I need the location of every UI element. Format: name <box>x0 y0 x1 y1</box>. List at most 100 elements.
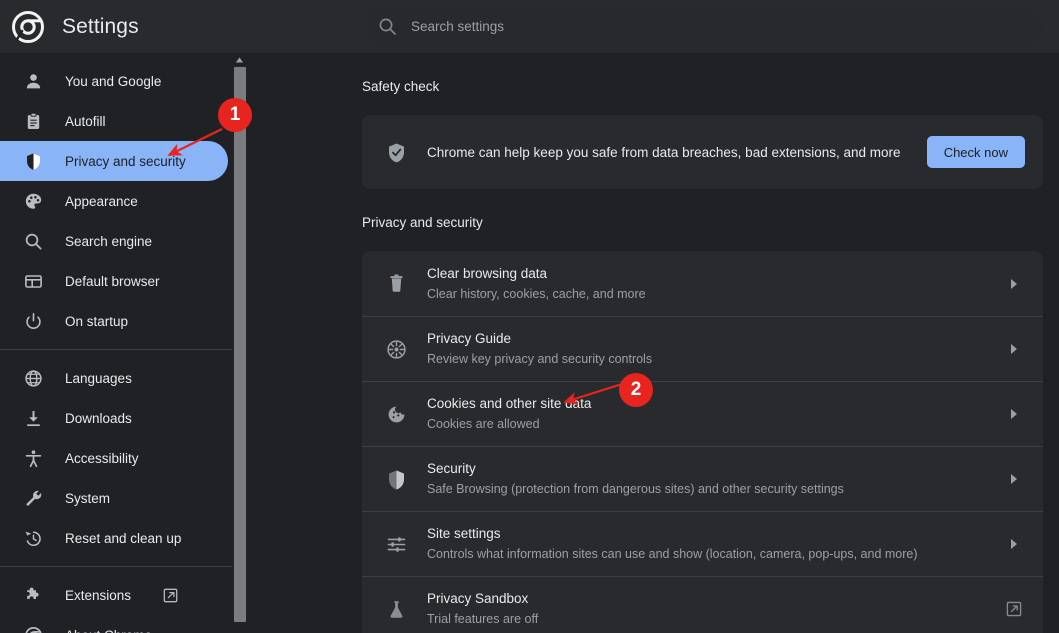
sidebar: You and Google Autofill Privacy and secu… <box>0 53 232 633</box>
row-subtitle: Trial features are off <box>427 612 539 626</box>
wrench-icon <box>24 489 43 508</box>
sidebar-item-label: Languages <box>65 370 132 386</box>
chevron-right-icon <box>1003 344 1025 354</box>
chrome-outline-icon <box>24 626 43 633</box>
magnifier-icon <box>24 232 43 251</box>
safety-check-row: Chrome can help keep you safe from data … <box>362 115 1043 189</box>
safety-check-card: Chrome can help keep you safe from data … <box>362 115 1043 189</box>
annotation-marker-1: 1 <box>218 98 252 132</box>
shield-icon <box>24 152 43 171</box>
annotation-marker-2: 2 <box>619 373 653 407</box>
row-body: Privacy Guide Review key privacy and sec… <box>427 329 983 369</box>
safety-check-heading: Safety check <box>362 79 440 94</box>
sidebar-item-label: Privacy and security <box>65 153 186 169</box>
sidebar-item-label: Default browser <box>65 273 160 289</box>
sidebar-divider-2 <box>0 566 232 567</box>
sidebar-item-privacy-and-security[interactable]: Privacy and security <box>0 141 228 181</box>
scroll-up-arrow-icon[interactable] <box>232 53 247 67</box>
external-link-glyph <box>1006 601 1022 617</box>
sidebar-divider-1 <box>0 349 232 350</box>
privacy-and-security-heading: Privacy and security <box>362 215 483 230</box>
sidebar-item-label: Accessibility <box>65 450 139 466</box>
sidebar-item-label: System <box>65 490 111 506</box>
sliders-icon <box>386 534 407 555</box>
row-title: Privacy Sandbox <box>427 591 529 606</box>
sidebar-item-downloads[interactable]: Downloads <box>0 398 228 438</box>
sidebar-item-system[interactable]: System <box>0 478 228 518</box>
row-privacy-sandbox[interactable]: Privacy Sandbox Trial features are off <box>362 576 1043 633</box>
sidebar-item-label: Search engine <box>65 233 153 249</box>
shield-check-icon <box>386 142 407 163</box>
privacy-and-security-card: Clear browsing data Clear history, cooki… <box>362 251 1043 633</box>
sidebar-group-tertiary: Extensions About Chrome <box>0 575 232 633</box>
shield-icon <box>386 469 407 490</box>
chrome-logo <box>12 10 44 43</box>
sidebar-item-reset-and-clean-up[interactable]: Reset and clean up <box>0 518 228 558</box>
sidebar-item-label: On startup <box>65 313 129 329</box>
settings-page: Settings You and Google <box>0 0 1059 633</box>
sidebar-item-extensions[interactable]: Extensions <box>0 575 228 615</box>
page-title: Settings <box>62 14 139 38</box>
browser-window-icon <box>24 272 43 291</box>
row-subtitle: Cookies are allowed <box>427 417 540 431</box>
top-bar: Settings <box>0 0 1059 53</box>
row-privacy-guide[interactable]: Privacy Guide Review key privacy and sec… <box>362 316 1043 381</box>
external-link-icon <box>163 588 178 603</box>
sidebar-item-languages[interactable]: Languages <box>0 358 228 398</box>
clipboard-icon <box>24 112 43 131</box>
sidebar-item-label: Reset and clean up <box>65 530 182 546</box>
sidebar-item-label: Extensions <box>65 587 132 603</box>
sidebar-scrollbar[interactable] <box>232 53 247 633</box>
row-site-settings[interactable]: Site settings Controls what information … <box>362 511 1043 576</box>
sidebar-item-appearance[interactable]: Appearance <box>0 181 228 221</box>
flask-icon <box>386 599 407 620</box>
sidebar-item-default-browser[interactable]: Default browser <box>0 261 228 301</box>
check-now-button[interactable]: Check now <box>926 136 1025 168</box>
row-subtitle: Controls what information sites can use … <box>427 547 918 561</box>
accessibility-icon <box>24 449 43 468</box>
row-cookies-and-other-site-data[interactable]: Cookies and other site data Cookies are … <box>362 381 1043 446</box>
search-input[interactable] <box>411 19 1028 34</box>
row-title: Security <box>427 461 476 476</box>
trash-icon <box>386 273 407 294</box>
sidebar-group-primary: You and Google Autofill Privacy and secu… <box>0 53 232 341</box>
sidebar-item-label: You and Google <box>65 73 162 89</box>
sidebar-item-you-and-google[interactable]: You and Google <box>0 61 228 101</box>
row-body: Security Safe Browsing (protection from … <box>427 459 983 499</box>
sidebar-item-label: Downloads <box>65 410 132 426</box>
history-restore-icon <box>24 529 43 548</box>
row-security[interactable]: Security Safe Browsing (protection from … <box>362 446 1043 511</box>
globe-icon <box>24 369 43 388</box>
row-title: Privacy Guide <box>427 331 512 346</box>
person-icon <box>24 72 43 91</box>
row-clear-browsing-data[interactable]: Clear browsing data Clear history, cooki… <box>362 251 1043 316</box>
scrollbar-thumb[interactable] <box>234 67 246 622</box>
row-body: Clear browsing data Clear history, cooki… <box>427 264 983 304</box>
external-link-icon <box>1003 601 1025 617</box>
brand: Settings <box>0 10 340 43</box>
sidebar-item-label: Autofill <box>65 113 106 129</box>
chevron-right-icon <box>1003 539 1025 549</box>
chevron-right-icon <box>1003 474 1025 484</box>
privacy-guide-icon <box>386 339 407 360</box>
row-body: Cookies and other site data Cookies are … <box>427 394 983 434</box>
row-title: Cookies and other site data <box>427 396 592 411</box>
search-bar[interactable] <box>362 6 1044 47</box>
row-subtitle: Clear history, cookies, cache, and more <box>427 286 646 301</box>
palette-icon <box>24 192 43 211</box>
power-icon <box>24 312 43 331</box>
sidebar-item-about-chrome[interactable]: About Chrome <box>0 615 228 633</box>
chevron-right-icon <box>1003 278 1025 289</box>
sidebar-item-label: About Chrome <box>65 628 152 633</box>
sidebar-item-label: Appearance <box>65 193 138 209</box>
row-body: Privacy Sandbox Trial features are off <box>427 589 983 629</box>
sidebar-item-autofill[interactable]: Autofill <box>0 101 228 141</box>
sidebar-item-search-engine[interactable]: Search engine <box>0 221 228 261</box>
download-icon <box>24 409 43 428</box>
search-icon <box>378 17 397 36</box>
sidebar-item-accessibility[interactable]: Accessibility <box>0 438 228 478</box>
row-body: Site settings Controls what information … <box>427 524 983 564</box>
sidebar-item-on-startup[interactable]: On startup <box>0 301 228 341</box>
row-title: Clear browsing data <box>427 265 548 281</box>
row-subtitle: Review key privacy and security controls <box>427 352 653 366</box>
